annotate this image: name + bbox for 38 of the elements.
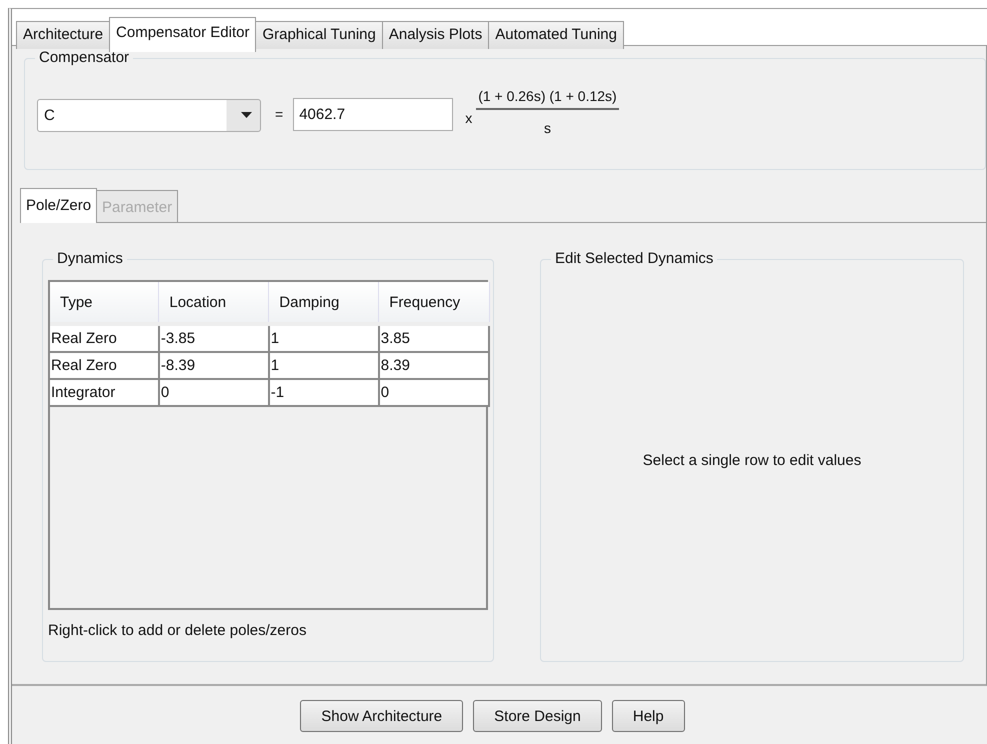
- footer-button[interactable]: Help: [612, 700, 685, 732]
- tab[interactable]: Pole/Zero: [20, 188, 98, 223]
- tab[interactable]: Architecture: [16, 21, 110, 49]
- table-cell: -3.85: [158, 324, 269, 352]
- footer-button[interactable]: Show Architecture: [300, 700, 464, 732]
- dropdown-arrow-icon: [241, 112, 252, 118]
- table-cell: Integrator: [50, 379, 159, 406]
- gain-field[interactable]: 4062.7: [293, 98, 454, 130]
- tab[interactable]: Graphical Tuning: [255, 21, 383, 49]
- table-cell: -1: [268, 379, 379, 406]
- compensator-dropdown[interactable]: C: [37, 98, 261, 132]
- column-header[interactable]: Frequency: [378, 282, 489, 324]
- column-header[interactable]: Type: [50, 282, 159, 324]
- edit-message: Select a single row to edit values: [642, 452, 862, 469]
- hint-text: Right-click to add or delete poles/zeros: [48, 622, 308, 639]
- numerator: (1 + 0.26s) (1 + 0.12s): [476, 88, 619, 110]
- multiply-sign: x: [465, 110, 472, 126]
- table-cell: 8.39: [378, 352, 489, 379]
- tab[interactable]: Analysis Plots: [382, 21, 490, 49]
- table-cell: Real Zero: [50, 352, 159, 379]
- table-cell: -8.39: [158, 352, 269, 379]
- table-cell: 3.85: [378, 324, 489, 352]
- table-cell: Real Zero: [50, 324, 159, 352]
- denominator: s: [544, 120, 551, 136]
- group-title: Edit Selected Dynamics: [551, 250, 718, 267]
- column-header[interactable]: Location: [158, 282, 269, 324]
- table-cell: 1: [268, 352, 379, 379]
- column-header[interactable]: Damping: [268, 282, 379, 324]
- tab[interactable]: Compensator Editor: [109, 17, 256, 52]
- table-cell: 1: [268, 324, 379, 352]
- table-cell: 0: [378, 379, 489, 406]
- tab[interactable]: Automated Tuning: [488, 21, 624, 49]
- equals-sign: =: [275, 106, 284, 122]
- footer-button[interactable]: Store Design: [473, 700, 602, 732]
- dropdown-value: C: [44, 106, 55, 124]
- table-cell: 0: [158, 379, 269, 406]
- group-title: Dynamics: [53, 250, 127, 267]
- group-title: Compensator: [35, 49, 134, 66]
